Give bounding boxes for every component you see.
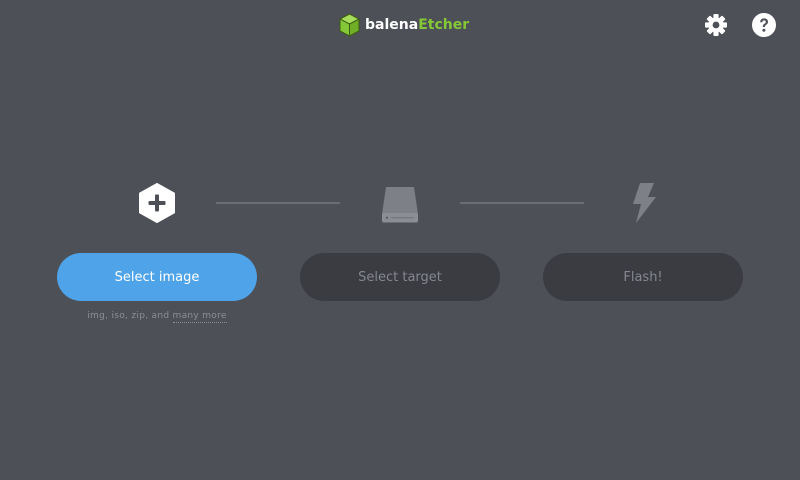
flash-step-icon [622,182,664,224]
many-more-link[interactable]: many more [172,311,227,323]
step-connector [460,202,584,204]
question-mark-icon [752,13,776,37]
settings-button[interactable] [703,12,729,38]
app-logo: balenaEtcher [339,13,469,37]
flash-button[interactable]: Flash! [543,253,743,301]
help-button[interactable] [751,12,777,38]
gear-icon [705,14,727,36]
lightning-bolt-icon [633,183,656,223]
select-image-button[interactable]: Select image [57,253,257,301]
logo-brand-text: balena [365,17,419,33]
logo-product-text: Etcher [418,17,470,33]
select-image-step-icon[interactable] [136,182,178,224]
step-connector [216,202,340,204]
select-target-button[interactable]: Select target [300,253,500,301]
supported-formats-text: img, iso, zip, and [87,311,170,321]
etcher-window: balenaEtcher Select image Select target … [0,0,800,480]
logo-wordmark: balenaEtcher [365,13,469,37]
plus-hexagon-icon [139,183,175,223]
balena-cube-icon [339,13,360,37]
select-target-step-icon [379,182,421,224]
drive-icon [382,187,418,223]
supported-formats: img, iso, zip, and many more [57,311,257,323]
